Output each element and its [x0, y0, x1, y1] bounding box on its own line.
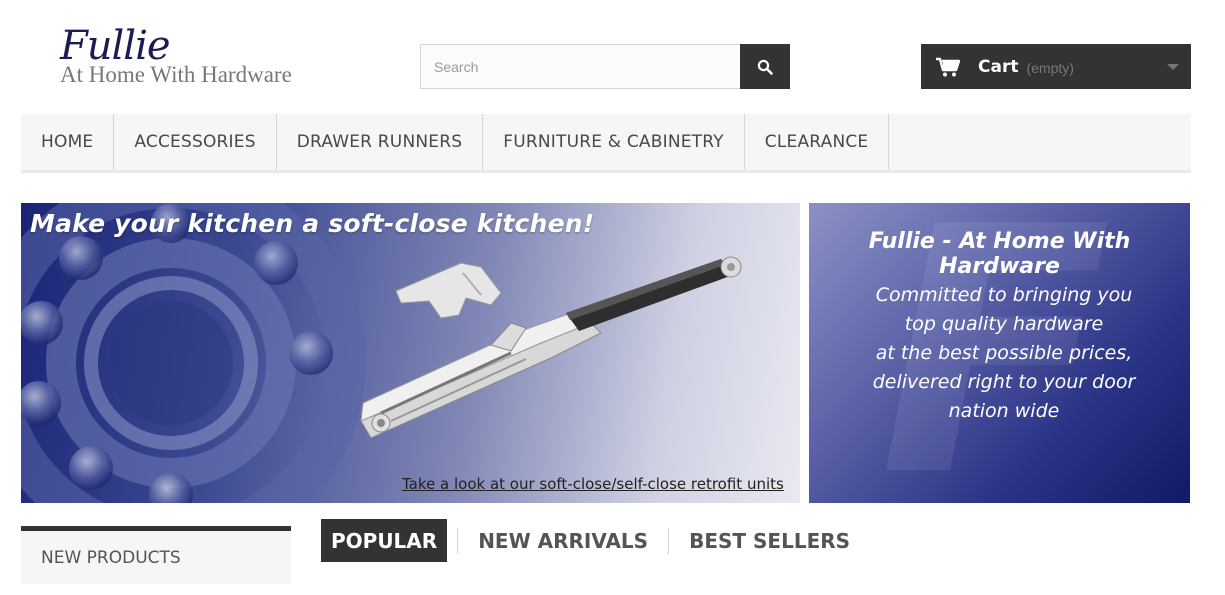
- menu-item-home[interactable]: HOME: [21, 114, 115, 170]
- logo-tagline: At Home With Hardware: [60, 62, 292, 87]
- ball-bearing-image: [21, 203, 366, 503]
- soft-close-unit-image: [360, 256, 742, 439]
- menu-item-accessories[interactable]: ACCESSORIES: [114, 114, 277, 170]
- tab-new-arrivals[interactable]: NEW ARRIVALS: [468, 519, 658, 562]
- product-tabs: POPULAR NEW ARRIVALS BEST SELLERS: [321, 519, 860, 562]
- about-line: at the best possible prices,: [875, 342, 1133, 364]
- search-input[interactable]: [420, 44, 740, 89]
- about-banner-text: Committed to bringing you top quality ha…: [809, 281, 1190, 426]
- soft-close-banner[interactable]: Make your kitchen a soft-close kitchen! …: [21, 203, 800, 503]
- cart-button[interactable]: Cart (empty): [921, 44, 1191, 89]
- shopping-cart-icon: [936, 57, 960, 76]
- about-line: nation wide: [948, 400, 1060, 422]
- about-banner-title: Fullie - At Home With Hardware: [868, 229, 1131, 279]
- about-banner[interactable]: F Fullie - At Home With Hardware Committ…: [809, 203, 1190, 503]
- menu-item-furniture-cabinetry[interactable]: FURNITURE & CABINETRY: [483, 114, 745, 170]
- tab-divider: [668, 527, 670, 554]
- chevron-down-icon: [1167, 64, 1179, 70]
- menu-item-clearance[interactable]: CLEARANCE: [745, 114, 890, 170]
- tab-best-sellers[interactable]: BEST SELLERS: [679, 519, 860, 562]
- banner-headline: Make your kitchen a soft-close kitchen!: [30, 209, 595, 238]
- about-line: top quality hardware: [904, 313, 1104, 335]
- menu-item-drawer-runners[interactable]: DRAWER RUNNERS: [277, 114, 484, 170]
- search-bar: [420, 44, 790, 89]
- search-icon: [757, 59, 773, 75]
- site-logo[interactable]: Fullie At Home With Hardware: [60, 24, 292, 88]
- tab-divider: [457, 527, 459, 554]
- new-products-block-title[interactable]: NEW PRODUCTS: [21, 526, 291, 584]
- cart-status: (empty): [1026, 60, 1074, 76]
- main-menu: HOME ACCESSORIES DRAWER RUNNERS FURNITUR…: [21, 114, 1191, 173]
- about-line: delivered right to your door: [872, 371, 1136, 393]
- retrofit-units-link[interactable]: Take a look at our soft-close/self-close…: [402, 475, 784, 493]
- tab-popular[interactable]: POPULAR: [321, 519, 448, 562]
- cart-label: Cart: [978, 56, 1019, 77]
- about-line: Committed to bringing you: [875, 284, 1133, 306]
- search-button[interactable]: [740, 44, 790, 89]
